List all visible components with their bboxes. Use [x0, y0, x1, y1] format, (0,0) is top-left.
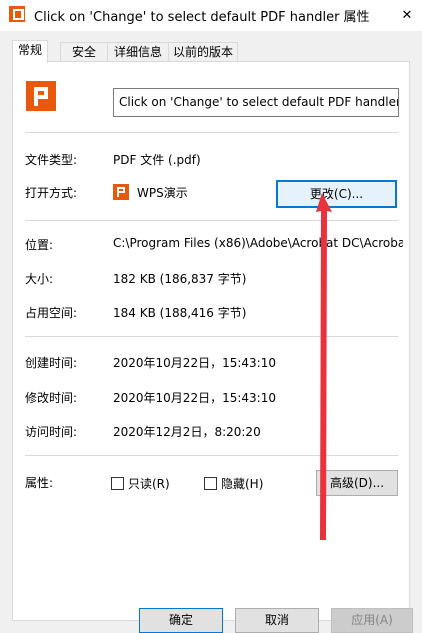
window-title: Click on 'Change' to select default PDF … [34, 10, 370, 25]
pdf-file-icon [26, 81, 56, 111]
cancel-button[interactable]: 取消 [235, 608, 319, 633]
file-type-label: 文件类型: [25, 153, 78, 167]
tab-security[interactable]: 安全 [60, 42, 108, 62]
disk-size-label: 占用空间: [25, 306, 78, 320]
wps-icon [113, 184, 129, 200]
title-bar: Click on 'Change' to select default PDF … [0, 0, 422, 31]
readonly-checkbox[interactable] [111, 477, 124, 490]
ok-button[interactable]: 确定 [139, 608, 223, 633]
accessed-label: 访问时间: [25, 425, 78, 439]
hidden-checkbox[interactable] [204, 477, 217, 490]
separator [25, 132, 398, 133]
open-with-label: 打开方式: [25, 186, 78, 200]
tab-previous-versions[interactable]: 以前的版本 [168, 42, 238, 62]
location-label: 位置: [25, 238, 54, 252]
attributes-label: 属性: [25, 476, 54, 490]
apply-button[interactable]: 应用(A) [331, 608, 413, 633]
accessed-value: 2020年12月2日，8:20:20 [113, 425, 261, 439]
separator [25, 220, 398, 221]
advanced-button[interactable]: 高级(D)... [316, 470, 398, 496]
general-panel: Click on 'Change' to select default PDF … [12, 61, 410, 621]
size-label: 大小: [25, 272, 54, 286]
pdf-app-icon [9, 6, 25, 22]
disk-size-value: 184 KB (188,416 字节) [113, 306, 247, 320]
change-button[interactable]: 更改(C)... [276, 180, 397, 208]
created-value: 2020年10月22日，15:43:10 [113, 356, 276, 370]
file-type-value: PDF 文件 (.pdf) [113, 153, 201, 167]
separator [25, 336, 398, 337]
hidden-label[interactable]: 隐藏(H) [221, 475, 263, 492]
separator [25, 455, 398, 456]
tab-details[interactable]: 详细信息 [107, 42, 169, 62]
location-value: C:\Program Files (x86)\Adobe\Acrobat DC\… [113, 236, 403, 250]
readonly-label[interactable]: 只读(R) [128, 475, 170, 492]
file-name-input[interactable]: Click on 'Change' to select default PDF … [113, 88, 399, 117]
close-icon: ✕ [401, 8, 413, 23]
tab-general[interactable]: 常规 [12, 40, 48, 63]
created-label: 创建时间: [25, 356, 78, 370]
open-with-value: WPS演示 [137, 186, 188, 200]
modified-label: 修改时间: [25, 391, 78, 405]
modified-value: 2020年10月22日，15:43:10 [113, 391, 276, 405]
size-value: 182 KB (186,837 字节) [113, 272, 247, 286]
close-button[interactable]: ✕ [392, 0, 422, 31]
